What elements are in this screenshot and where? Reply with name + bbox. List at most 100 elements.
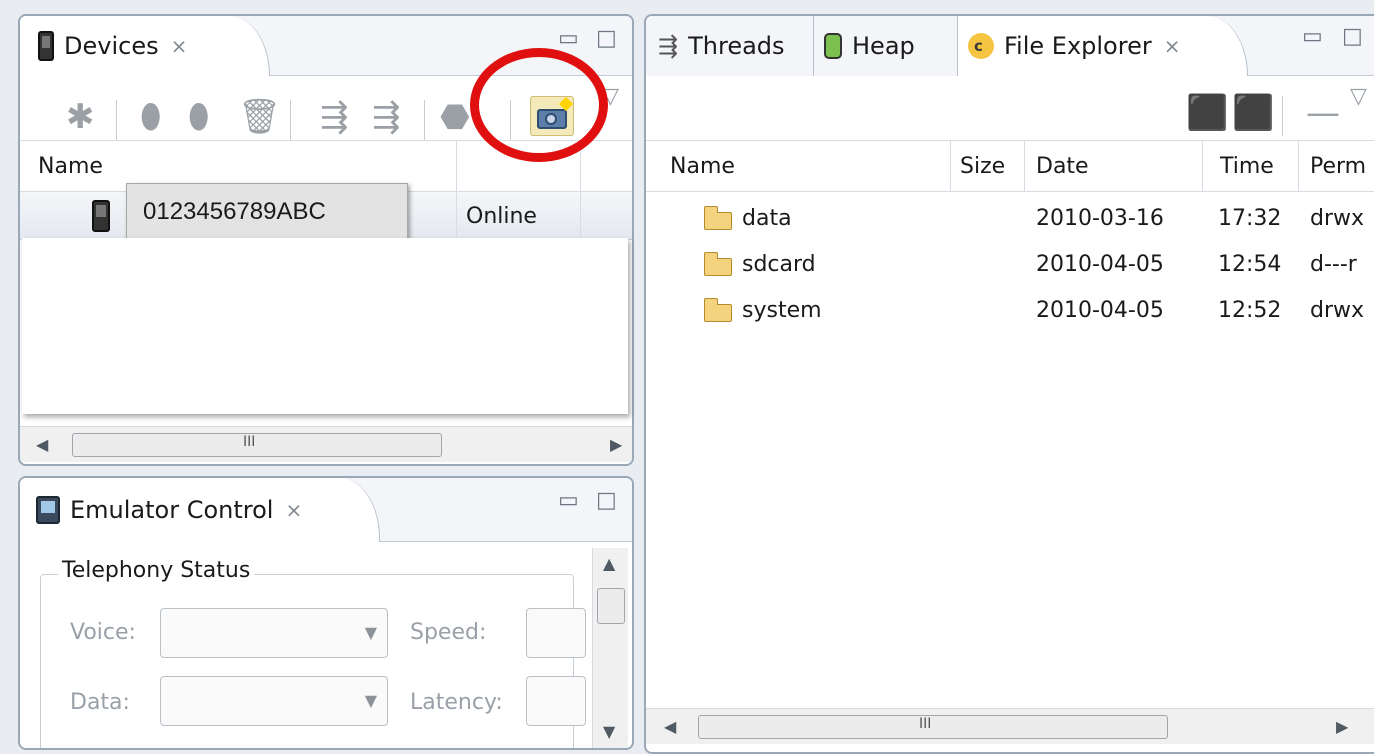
speed-select[interactable] (526, 608, 586, 658)
list-item[interactable]: system 2010-04-05 12:52 drwx (646, 290, 1374, 334)
close-icon[interactable]: ⨯ (285, 498, 302, 522)
column-divider (456, 192, 457, 240)
heap-tab-label: Heap (852, 32, 915, 60)
maximize-icon[interactable]: □ (596, 28, 617, 50)
update-threads-icon[interactable]: ⇶ (320, 100, 349, 134)
tab-devices[interactable]: Devices ⨯ (20, 16, 270, 76)
tab-threads[interactable]: ⇶ Threads (646, 16, 814, 76)
debug-bug-icon[interactable]: ✱ (66, 100, 95, 134)
scroll-left-icon[interactable]: ◀ (664, 717, 676, 736)
device-serial: 0123456789ABC (143, 198, 326, 225)
file-name: data (742, 206, 792, 231)
emulator-tab-label: Emulator Control (70, 496, 274, 524)
scroll-thumb-grip: III (919, 716, 932, 732)
file-perm: d---r (1310, 252, 1357, 277)
file-time: 12:52 (1218, 298, 1282, 323)
file-explorer-horizontal-scrollbar[interactable]: ◀ III ▶ (646, 708, 1374, 744)
voice-label: Voice: (70, 620, 136, 645)
phone-icon (92, 200, 110, 232)
telephony-status-title: Telephony Status (58, 558, 255, 583)
close-icon[interactable]: ⨯ (171, 34, 188, 58)
stop-process-icon[interactable]: ⬣ (440, 100, 470, 134)
tab-emulator-control[interactable]: Emulator Control ⨯ (20, 478, 380, 542)
column-header-name[interactable]: Name (670, 154, 735, 179)
column-divider (950, 140, 951, 192)
emulator-icon (36, 496, 60, 524)
voice-select[interactable]: ▼ (160, 608, 388, 658)
scroll-right-icon[interactable]: ▶ (1336, 717, 1348, 736)
toolbar-separator (116, 100, 117, 140)
chevron-down-icon: ▼ (364, 623, 377, 642)
pull-file-icon[interactable]: ⬛ (1186, 96, 1228, 130)
highlight-circle (470, 48, 608, 162)
scroll-thumb[interactable]: III (698, 715, 1168, 739)
threads-tab-label: Threads (688, 32, 785, 60)
column-header-date[interactable]: Date (1036, 154, 1089, 179)
column-divider (1202, 140, 1203, 192)
devices-horizontal-scrollbar[interactable]: ◀ III ▶ (20, 426, 632, 462)
toolbar-separator (290, 100, 291, 140)
delete-icon[interactable]: — (1306, 96, 1340, 130)
folder-icon (704, 206, 732, 230)
view-menu-chevron-icon[interactable]: ▽ (1350, 86, 1367, 108)
column-header-name[interactable]: Name (38, 154, 103, 179)
column-divider (456, 140, 457, 192)
device-list-popup (22, 238, 628, 414)
scroll-right-icon[interactable]: ▶ (610, 435, 622, 454)
column-header-time[interactable]: Time (1220, 154, 1274, 179)
minimize-icon[interactable]: ▭ (558, 28, 579, 50)
emulator-control-panel: Emulator Control ⨯ ▭ □ Telephony Status … (18, 476, 634, 750)
latency-select[interactable] (526, 676, 586, 726)
minimize-icon[interactable]: ▭ (558, 490, 579, 512)
file-time: 17:32 (1218, 206, 1282, 231)
tab-heap[interactable]: Heap (814, 16, 958, 76)
device-serial-tooltip: 0123456789ABC (126, 183, 408, 241)
android-icon: c (968, 33, 994, 59)
list-item[interactable]: data 2010-03-16 17:32 drwx (646, 198, 1374, 242)
cause-gc-icon[interactable]: 🗑 (238, 100, 281, 134)
file-date: 2010-04-05 (1036, 298, 1164, 323)
dump-hprof-icon[interactable]: ⬮ (188, 100, 209, 134)
maximize-icon[interactable]: □ (596, 490, 617, 512)
update-heap-icon[interactable]: ⬮ (140, 100, 161, 134)
column-divider (1298, 140, 1299, 192)
heap-icon (824, 33, 842, 59)
toolbar-separator (1282, 96, 1283, 136)
tab-file-explorer[interactable]: c File Explorer ⨯ (958, 16, 1248, 76)
scroll-down-icon[interactable]: ▼ (603, 722, 615, 741)
latency-label: Latency: (410, 690, 503, 715)
list-item[interactable]: sdcard 2010-04-05 12:54 d---r (646, 244, 1374, 288)
scroll-thumb[interactable] (597, 588, 625, 624)
scroll-left-icon[interactable]: ◀ (36, 435, 48, 454)
folder-icon (704, 298, 732, 322)
data-label: Data: (70, 690, 130, 715)
method-profiling-icon[interactable]: ⇶ (372, 100, 401, 134)
file-name: sdcard (742, 252, 816, 277)
column-header-size[interactable]: Size (960, 154, 1005, 179)
file-name: system (742, 298, 822, 323)
chevron-down-icon: ▼ (364, 691, 377, 710)
scroll-up-icon[interactable]: ▲ (603, 554, 615, 573)
device-status: Online (466, 204, 537, 229)
folder-icon (704, 252, 732, 276)
speed-label: Speed: (410, 620, 487, 645)
close-icon[interactable]: ⨯ (1164, 34, 1181, 58)
emulator-vertical-scrollbar[interactable]: ▲ ▼ (592, 548, 628, 748)
file-explorer-panel: ⇶ Threads Heap c File Explorer ⨯ ▭ □ ⬛ ⬛… (644, 14, 1374, 754)
column-divider (580, 192, 581, 240)
push-file-icon[interactable]: ⬛ (1232, 96, 1274, 130)
toolbar-separator (424, 100, 425, 140)
threads-icon: ⇶ (658, 32, 679, 60)
data-select[interactable]: ▼ (160, 676, 388, 726)
column-header-perm[interactable]: Perm (1310, 154, 1366, 179)
minimize-icon[interactable]: ▭ (1302, 26, 1323, 48)
file-perm: drwx (1310, 206, 1365, 231)
file-date: 2010-03-16 (1036, 206, 1164, 231)
file-explorer-tab-label: File Explorer (1004, 32, 1152, 60)
column-divider (1024, 140, 1025, 192)
maximize-icon[interactable]: □ (1342, 26, 1363, 48)
scroll-thumb-grip: III (243, 434, 256, 450)
file-date: 2010-04-05 (1036, 252, 1164, 277)
scroll-thumb[interactable]: III (72, 433, 442, 457)
file-perm: drwx (1310, 298, 1365, 323)
